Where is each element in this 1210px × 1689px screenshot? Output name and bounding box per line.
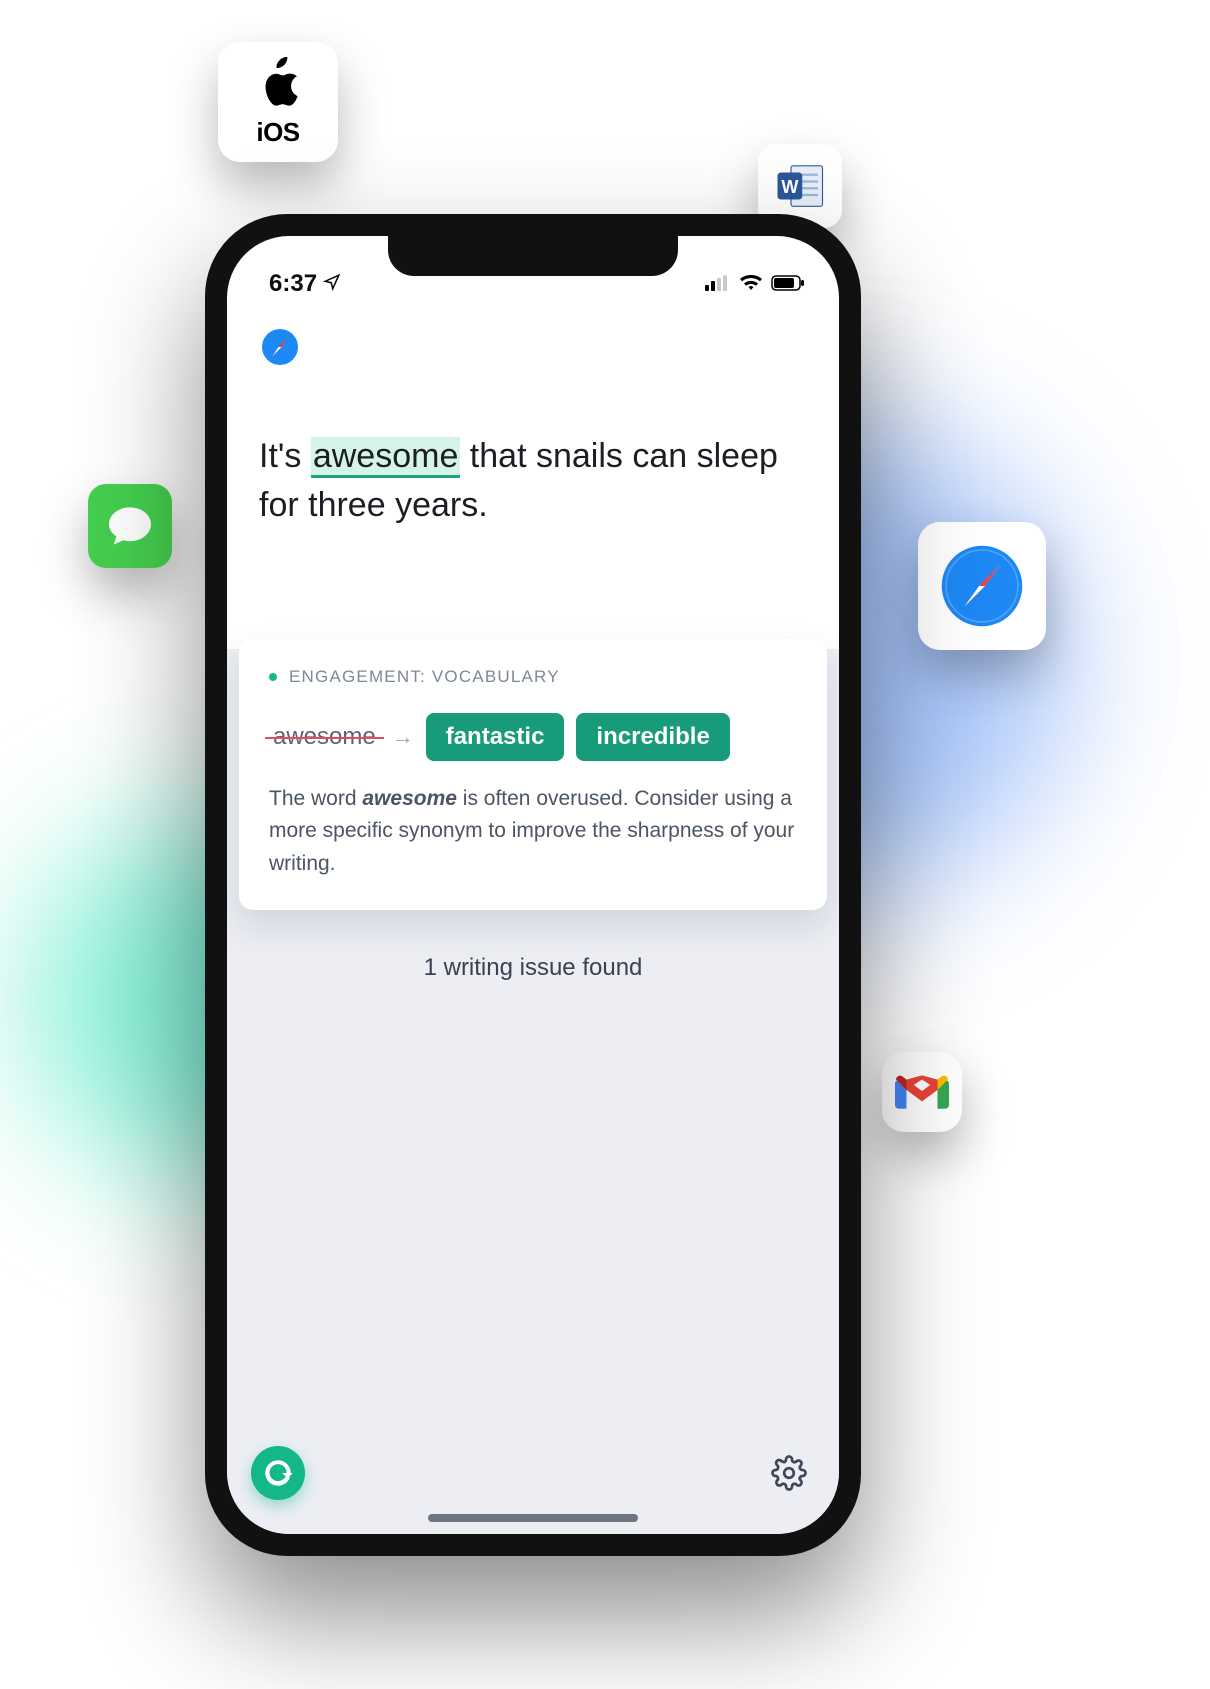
gmail-icon bbox=[895, 1071, 949, 1113]
highlighted-word[interactable]: awesome bbox=[311, 437, 461, 478]
browser-context-icon bbox=[253, 320, 307, 374]
safari-app-chip bbox=[918, 522, 1046, 650]
messages-app-chip bbox=[88, 484, 172, 568]
explanation-pre: The word bbox=[269, 787, 362, 810]
editor-text-pre: It's bbox=[259, 437, 311, 475]
explanation-keyword: awesome bbox=[362, 787, 457, 810]
category-label: ENGAGEMENT: VOCABULARY bbox=[289, 667, 560, 687]
gmail-app-chip bbox=[882, 1052, 962, 1132]
suggestion-option-2[interactable]: incredible bbox=[576, 713, 729, 761]
ios-app-chip: iOS bbox=[218, 42, 338, 162]
original-word: awesome bbox=[269, 723, 380, 751]
ms-word-icon: W bbox=[773, 159, 827, 213]
status-time: 6:37 bbox=[269, 270, 317, 298]
safari-icon bbox=[936, 540, 1028, 632]
battery-icon bbox=[771, 270, 805, 298]
phone-frame: 6:37 bbox=[205, 214, 861, 1556]
settings-button[interactable] bbox=[767, 1451, 811, 1495]
grammarly-button[interactable] bbox=[251, 1446, 305, 1500]
arrow-right-icon: → bbox=[392, 724, 414, 750]
cellular-signal-icon bbox=[705, 270, 731, 298]
gear-icon bbox=[771, 1455, 807, 1491]
phone-screen: 6:37 bbox=[227, 236, 839, 1534]
suggestion-option-1[interactable]: fantastic bbox=[426, 713, 565, 761]
ios-label: iOS bbox=[256, 117, 299, 148]
phone-notch bbox=[388, 236, 678, 276]
apple-icon bbox=[253, 57, 303, 115]
wifi-icon bbox=[739, 270, 763, 298]
location-arrow-icon bbox=[323, 270, 341, 298]
suggestion-panel: ENGAGEMENT: VOCABULARY awesome → fantast… bbox=[227, 649, 839, 1534]
messages-icon bbox=[102, 498, 158, 554]
suggestion-card[interactable]: ENGAGEMENT: VOCABULARY awesome → fantast… bbox=[239, 639, 827, 911]
svg-text:W: W bbox=[781, 177, 798, 197]
suggestion-explanation: The word awesome is often overused. Cons… bbox=[269, 783, 799, 881]
home-indicator bbox=[428, 1514, 638, 1522]
grammarly-icon bbox=[261, 1456, 295, 1490]
category-dot-icon bbox=[269, 673, 277, 681]
editor-text[interactable]: It's awesome that snails can sleep for t… bbox=[227, 374, 839, 531]
issues-count: 1 writing issue found bbox=[227, 954, 839, 982]
suggestion-category: ENGAGEMENT: VOCABULARY bbox=[269, 667, 799, 687]
